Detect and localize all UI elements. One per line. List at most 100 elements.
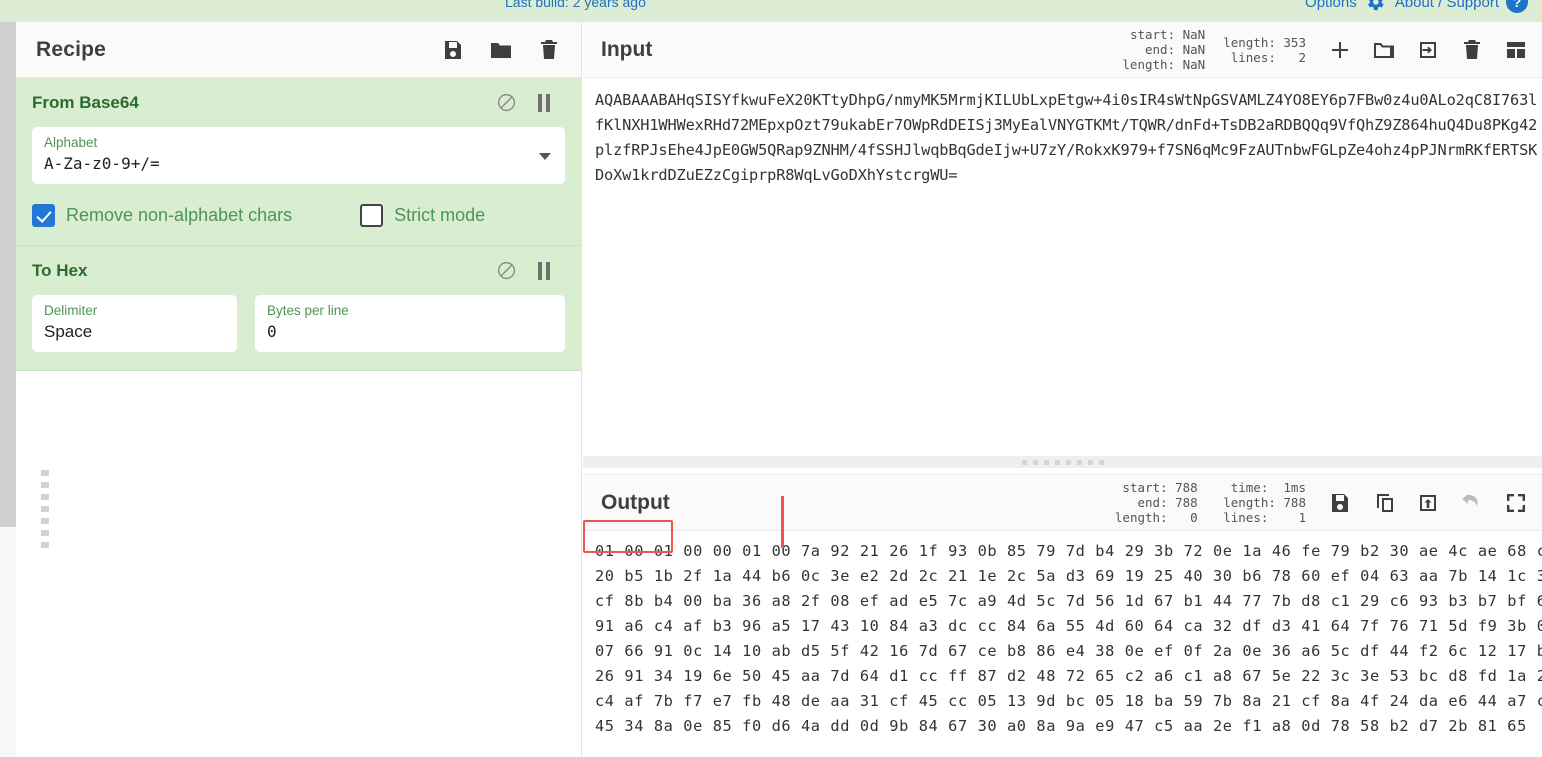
recipe-title-bar: Recipe bbox=[16, 22, 581, 78]
disable-icon[interactable] bbox=[496, 92, 517, 113]
checkbox-strict-mode-box[interactable] bbox=[360, 204, 384, 227]
open-folder-icon[interactable] bbox=[1372, 38, 1396, 62]
input-selection-stats: start: NaN end: NaN length: NaN bbox=[1122, 27, 1206, 72]
output-hex-row: 07 66 91 0c 14 10 ab d5 5f 42 16 7d 67 c… bbox=[595, 642, 1542, 660]
handle-dot bbox=[1054, 459, 1060, 465]
output-toolbar bbox=[1328, 491, 1528, 515]
pause-icon[interactable] bbox=[537, 261, 551, 280]
input-toolbar bbox=[1328, 38, 1528, 62]
tabs-layout-icon[interactable] bbox=[1504, 38, 1528, 62]
arg-alphabet-value: A-Za-z0-9+/= bbox=[44, 154, 160, 173]
input-stats: start: NaN end: NaN length: NaN length: … bbox=[1122, 27, 1306, 72]
folder-icon[interactable] bbox=[489, 38, 513, 62]
add-tab-icon[interactable] bbox=[1328, 38, 1352, 62]
checkbox-strict-mode[interactable]: Strict mode bbox=[360, 204, 485, 227]
output-hex-row: c4 af 7b f7 e7 fb 48 de aa 31 cf 45 cc 0… bbox=[595, 692, 1542, 710]
handle-dot bbox=[1065, 459, 1071, 465]
io-column: Input start: NaN end: NaN length: NaN le… bbox=[583, 22, 1542, 757]
last-build-label: Last build: 2 years ago bbox=[505, 0, 646, 10]
handle-dot bbox=[41, 530, 49, 536]
output-stats: start: 788 end: 788 length: 0 time: 1ms … bbox=[1115, 480, 1306, 525]
handle-dot bbox=[41, 518, 49, 524]
handle-dot bbox=[41, 506, 49, 512]
operation-controls bbox=[496, 260, 565, 281]
operation-header: To Hex bbox=[32, 260, 565, 281]
recipe-toolbar bbox=[441, 38, 561, 62]
operation-header: From Base64 bbox=[32, 92, 565, 113]
input-title: Input bbox=[601, 37, 653, 61]
disable-icon[interactable] bbox=[496, 260, 517, 281]
handle-dot bbox=[1076, 459, 1082, 465]
input-pane: Input start: NaN end: NaN length: NaN le… bbox=[583, 22, 1542, 450]
input-header: Input start: NaN end: NaN length: NaN le… bbox=[583, 22, 1542, 78]
copy-icon[interactable] bbox=[1372, 491, 1396, 515]
save-icon[interactable] bbox=[1328, 491, 1352, 515]
to-hex-args: Delimiter Space Bytes per line 0 bbox=[32, 281, 565, 352]
input-textarea[interactable]: AQABAAABAHqSISYfkwuFeX20KTtyDhpG/nmyMK5M… bbox=[583, 78, 1542, 450]
recipe-pane: Recipe From Base64 Alphabet A-Za-z0-9+/=… bbox=[16, 22, 582, 757]
top-banner: Last build: 2 years ago Options About / … bbox=[0, 0, 1542, 22]
maximise-icon[interactable] bbox=[1504, 491, 1528, 515]
arg-alphabet-label: Alphabet bbox=[44, 135, 98, 150]
arg-bytes-per-line-label: Bytes per line bbox=[267, 303, 349, 318]
about-support-label: About / Support bbox=[1394, 0, 1499, 11]
output-hex-row: 20 b5 1b 2f 1a 44 b6 0c 3e e2 2d 2c 21 1… bbox=[595, 567, 1542, 585]
replace-input-icon[interactable] bbox=[1416, 491, 1440, 515]
handle-dot bbox=[1021, 459, 1027, 465]
operation-title: To Hex bbox=[32, 260, 88, 280]
handle-dot bbox=[1087, 459, 1093, 465]
arg-alphabet[interactable]: Alphabet A-Za-z0-9+/= bbox=[32, 127, 565, 184]
arg-bytes-per-line-value: 0 bbox=[267, 322, 277, 341]
operation-controls bbox=[496, 92, 565, 113]
recipe-resize-handle[interactable] bbox=[40, 470, 50, 590]
save-icon[interactable] bbox=[441, 38, 465, 62]
question-circle-icon: ? bbox=[1506, 0, 1528, 13]
io-splitter[interactable] bbox=[583, 450, 1542, 474]
page-scrollbar-thumb[interactable] bbox=[0, 22, 16, 527]
handle-dot bbox=[41, 482, 49, 488]
handle-dot bbox=[41, 494, 49, 500]
checkbox-strict-mode-label: Strict mode bbox=[394, 205, 486, 225]
input-size-stats: length: 353 lines: 2 bbox=[1223, 34, 1306, 65]
pause-icon[interactable] bbox=[537, 93, 551, 112]
arg-checkbox-row: Remove non-alphabet chars Strict mode bbox=[32, 204, 565, 227]
arg-bytes-per-line[interactable]: Bytes per line 0 bbox=[255, 295, 565, 352]
about-support-button[interactable]: About / Support ? bbox=[1395, 0, 1528, 13]
handle-dot bbox=[1032, 459, 1038, 465]
handle-dot bbox=[1098, 459, 1104, 465]
output-hex-row: 91 a6 c4 af b3 96 a5 17 43 10 84 a3 dc c… bbox=[595, 617, 1542, 635]
operation-from-base64[interactable]: From Base64 Alphabet A-Za-z0-9+/= Remove… bbox=[16, 78, 581, 246]
chevron-down-icon[interactable] bbox=[539, 152, 551, 160]
output-hex-row: 45 34 8a 0e 85 f0 d6 4a dd 0d 9b 84 67 3… bbox=[595, 717, 1527, 735]
output-title: Output bbox=[601, 490, 670, 514]
page-scrollbar[interactable] bbox=[0, 22, 16, 757]
options-button[interactable]: Options bbox=[1305, 0, 1386, 13]
checkbox-remove-non-alphabet[interactable]: Remove non-alphabet chars bbox=[32, 204, 292, 227]
arg-delimiter-value: Space bbox=[44, 322, 93, 341]
output-size-stats: time: 1ms length: 788 lines: 1 bbox=[1223, 480, 1306, 525]
import-icon[interactable] bbox=[1416, 38, 1440, 62]
recipe-title: Recipe bbox=[36, 37, 107, 61]
handle-dot bbox=[1043, 459, 1049, 465]
output-hex-row: 01 00 01 00 00 01 00 7a 92 21 26 1f 93 0… bbox=[595, 542, 1542, 560]
output-selection-stats: start: 788 end: 788 length: 0 bbox=[1114, 480, 1198, 525]
recipe-operations-list[interactable]: From Base64 Alphabet A-Za-z0-9+/= Remove… bbox=[16, 78, 581, 757]
handle-dot bbox=[41, 542, 49, 548]
io-splitter-handle[interactable] bbox=[583, 456, 1542, 468]
input-text: AQABAAABAHqSISYfkwuFeX20KTtyDhpG/nmyMK5M… bbox=[595, 91, 1538, 184]
operation-title: From Base64 bbox=[32, 92, 139, 112]
trash-icon[interactable] bbox=[537, 38, 561, 62]
arg-delimiter[interactable]: Delimiter Space bbox=[32, 295, 237, 352]
gear-icon bbox=[1367, 0, 1384, 11]
options-label: Options bbox=[1305, 0, 1357, 11]
output-hex-row: cf 8b b4 00 ba 36 a8 2f 08 ef ad e5 7c a… bbox=[595, 592, 1542, 610]
undo-icon[interactable] bbox=[1460, 491, 1484, 515]
cyberchef-app: Last build: 2 years ago Options About / … bbox=[0, 0, 1542, 757]
output-hex-row: 26 91 34 19 6e 50 45 aa 7d 64 d1 cc ff 8… bbox=[595, 667, 1542, 685]
operation-to-hex[interactable]: To Hex Delimiter Space Bytes per line 0 bbox=[16, 246, 581, 371]
clear-icon[interactable] bbox=[1460, 38, 1484, 62]
checkbox-remove-non-alphabet-box[interactable] bbox=[32, 204, 55, 227]
output-textarea[interactable]: 01 00 01 00 00 01 00 7a 92 21 26 1f 93 0… bbox=[583, 531, 1542, 757]
output-header: Output start: 788 end: 788 length: 0 tim… bbox=[583, 475, 1542, 531]
checkbox-remove-non-alphabet-label: Remove non-alphabet chars bbox=[66, 205, 293, 225]
